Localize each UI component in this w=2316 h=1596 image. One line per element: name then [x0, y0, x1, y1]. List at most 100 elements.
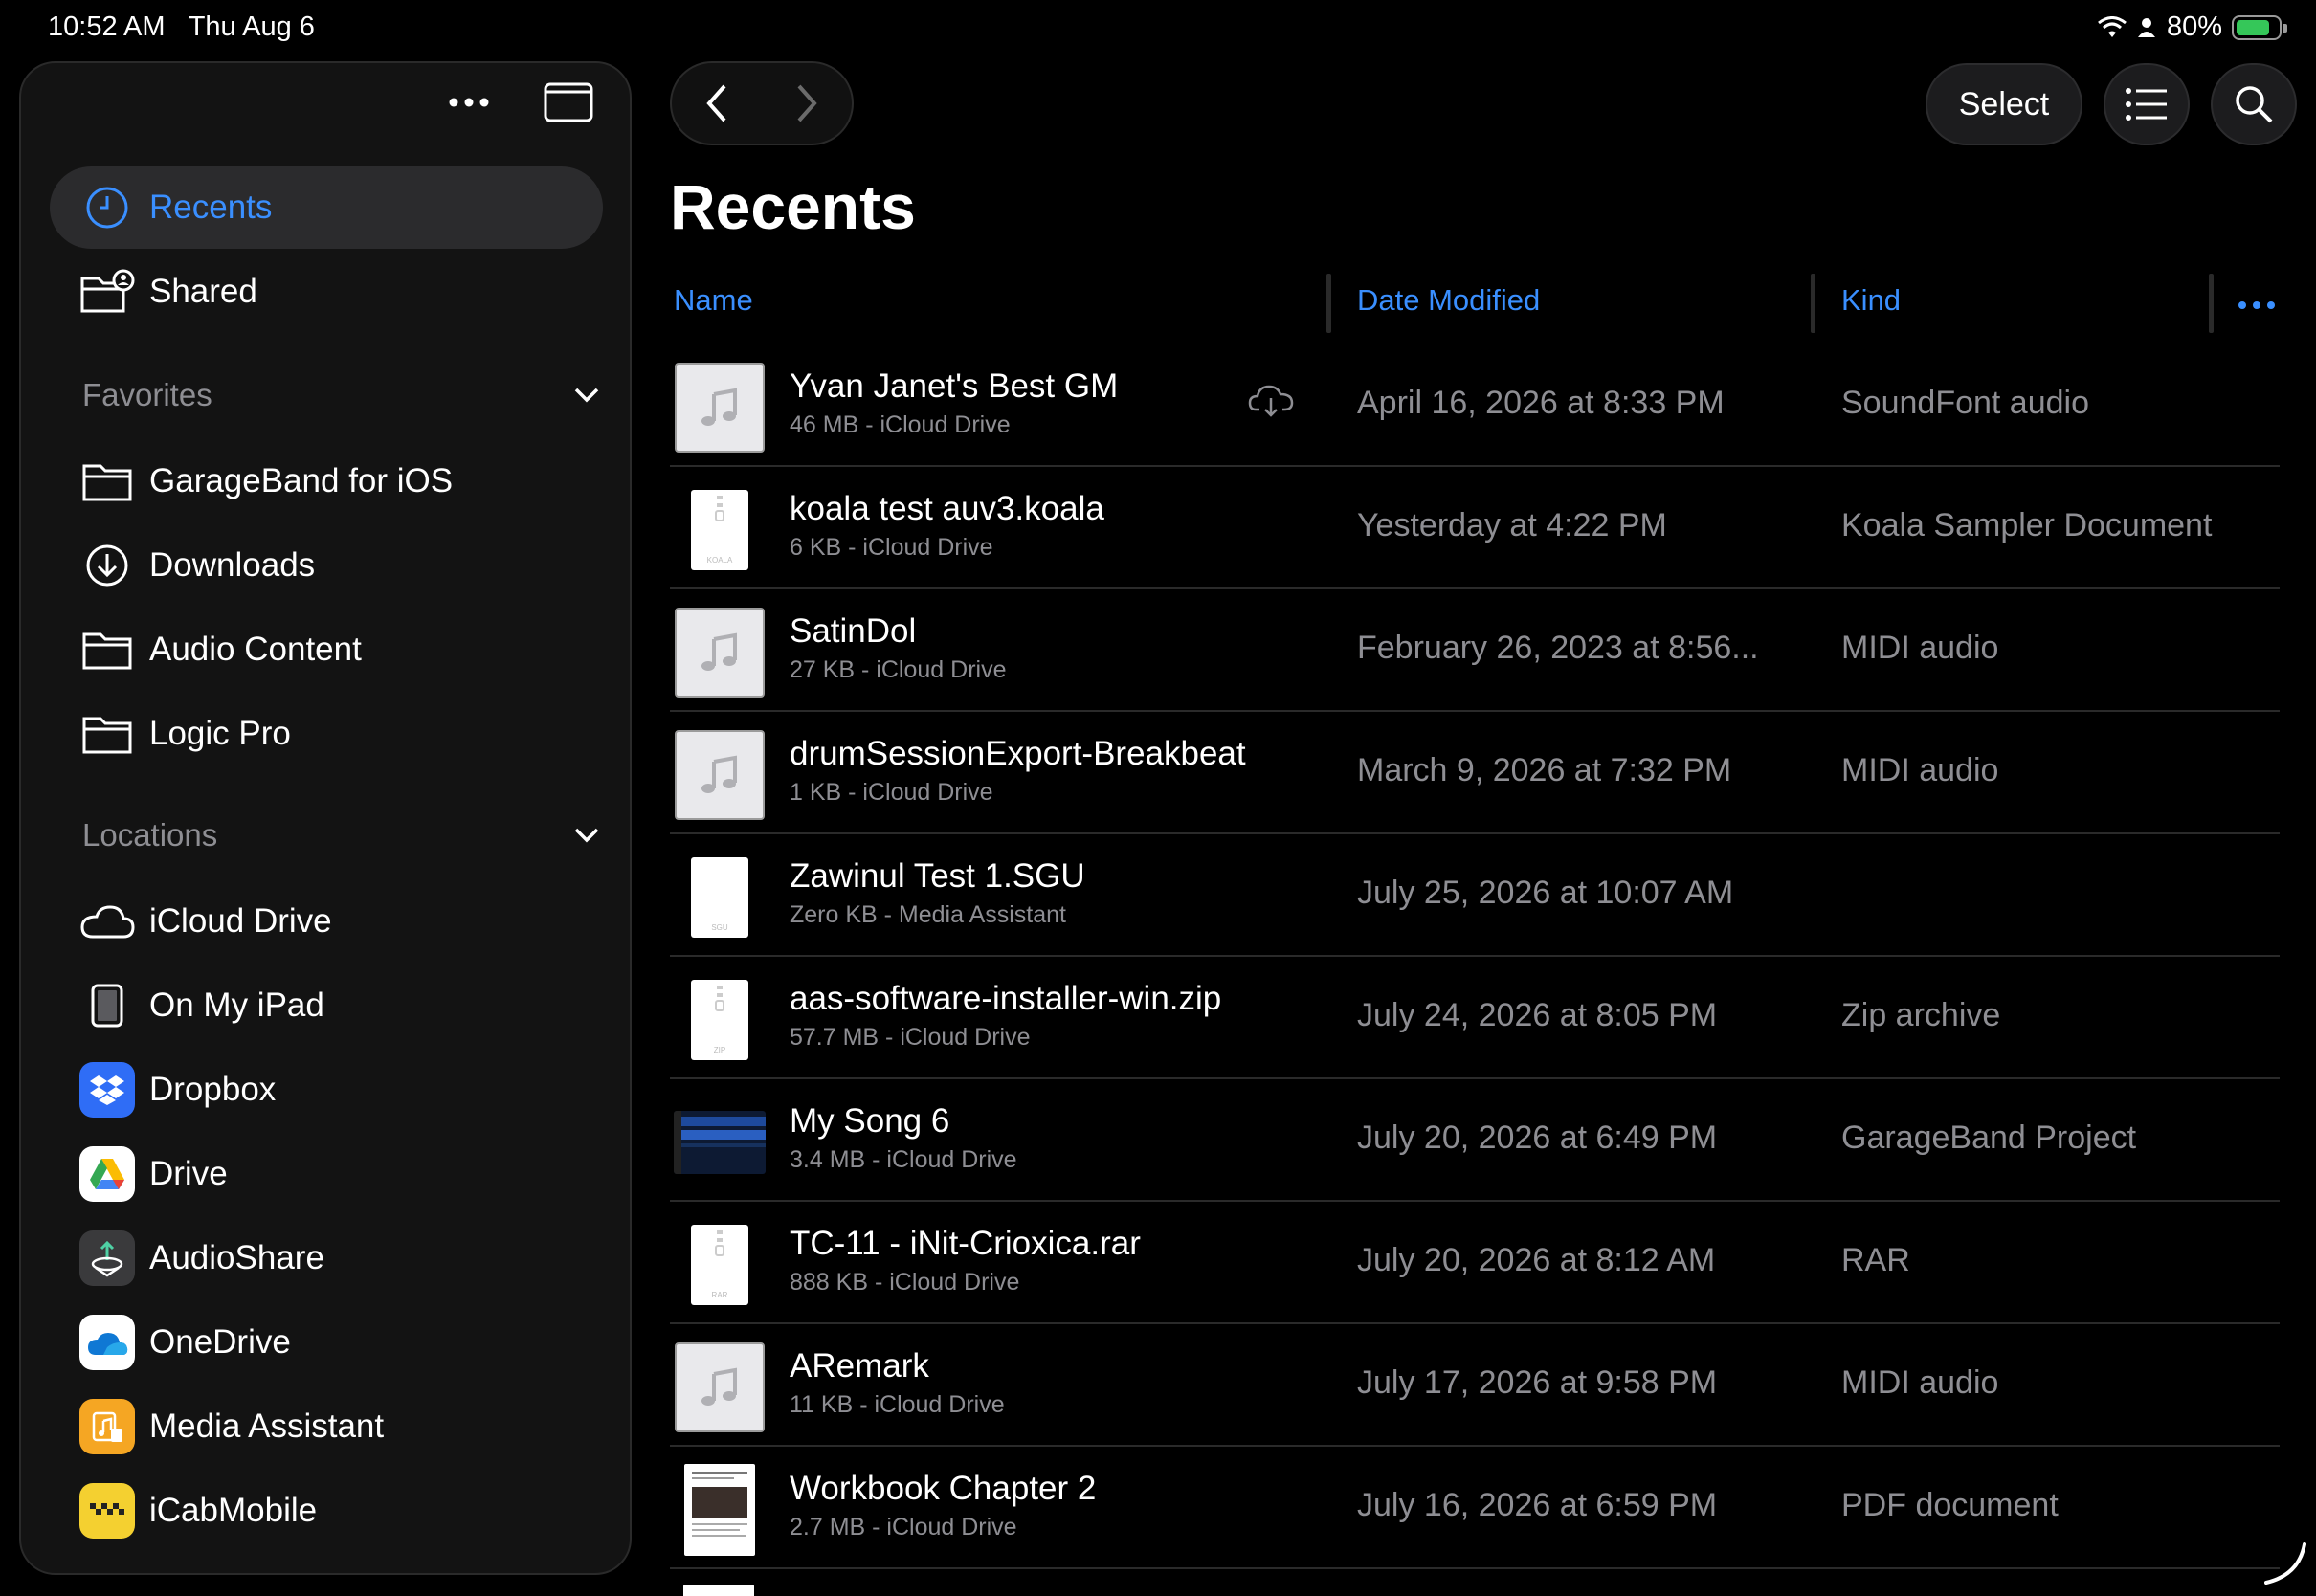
sidebar-item-label: Logic Pro — [149, 715, 291, 752]
sidebar-toggle-icon[interactable] — [544, 82, 593, 122]
sidebar-item-label: Downloads — [149, 546, 316, 584]
icabmobile-icon — [79, 1483, 135, 1539]
file-meta: Zero KB - Media Assistant — [790, 901, 1067, 928]
favorites-header[interactable]: Favorites — [82, 377, 599, 413]
locations-header[interactable]: Locations — [82, 817, 599, 853]
file-extension: ZIP — [713, 1046, 726, 1054]
page-title: Recents — [670, 171, 916, 242]
sidebar-item-icloud-drive[interactable]: iCloud Drive — [50, 880, 603, 963]
onedrive-icon — [79, 1315, 135, 1370]
file-thumbnail — [674, 1341, 766, 1433]
file-meta: 3.4 MB - iCloud Drive — [790, 1146, 1017, 1173]
file-meta: 27 KB - iCloud Drive — [790, 656, 1007, 683]
file-name: Workbook Chapter 2 — [790, 1470, 1097, 1507]
sidebar-item-dropbox[interactable]: Dropbox — [50, 1049, 603, 1131]
file-row[interactable]: KOALA koala test auv3.koala 6 KB - iClou… — [670, 467, 2280, 589]
file-kind: MIDI audio — [1841, 1364, 1999, 1401]
file-row[interactable]: ARemark 11 KB - iCloud Drive July 17, 20… — [670, 1324, 2280, 1447]
file-date: Yesterday at 4:22 PM — [1357, 507, 1667, 543]
music-note-icon — [675, 1342, 765, 1432]
file-meta: 1 KB - iCloud Drive — [790, 779, 993, 806]
onedrive-icon-wrap — [78, 1314, 136, 1371]
file-row[interactable]: ZIP aas-software-installer-win.zip 57.7 … — [670, 957, 2280, 1079]
battery-percent: 80% — [2166, 11, 2222, 42]
view-options-button[interactable] — [2104, 63, 2190, 145]
sidebar-item-icabmobile[interactable]: iCabMobile — [50, 1470, 603, 1552]
file-row[interactable]: RAR TC-11 - iNit-Crioxica.rar 888 KB - i… — [670, 1202, 2280, 1324]
audioshare-icon — [79, 1230, 135, 1286]
sidebar-item-on-my-ipad[interactable]: On My iPad — [50, 964, 603, 1047]
select-button[interactable]: Select — [1926, 63, 2082, 145]
column-header-kind[interactable]: Kind — [1841, 283, 1901, 318]
sidebar-item-label: On My iPad — [149, 986, 324, 1024]
file-date: April 16, 2026 at 8:33 PM — [1357, 385, 1725, 421]
file-row[interactable]: drumSessionExport-Breakbeat 1 KB - iClou… — [670, 712, 2280, 834]
google-drive-icon — [79, 1146, 135, 1202]
file-name: ARemark — [790, 1347, 929, 1385]
sidebar-item-label: GarageBand for iOS — [149, 462, 454, 499]
file-meta: 11 KB - iCloud Drive — [790, 1391, 1005, 1418]
wifi-icon — [2098, 15, 2127, 37]
status-date: Thu Aug 6 — [188, 11, 315, 42]
column-header-name[interactable]: Name — [674, 283, 753, 318]
dropbox-icon-wrap — [78, 1061, 136, 1119]
file-thumbnail: ZIP — [674, 974, 766, 1066]
column-separator[interactable] — [1326, 274, 1331, 333]
search-icon — [2236, 86, 2273, 123]
file-date: March 9, 2026 at 7:32 PM — [1357, 752, 1732, 788]
more-icon[interactable] — [448, 97, 490, 108]
music-note-icon — [675, 363, 765, 453]
file-kind: Koala Sampler Document — [1841, 507, 2213, 543]
status-clock: 10:52 AM — [48, 11, 166, 42]
sidebar-item-audioshare[interactable]: AudioShare — [50, 1217, 603, 1299]
sidebar-item-label: iCabMobile — [149, 1492, 318, 1529]
file-meta: 6 KB - iCloud Drive — [790, 534, 993, 561]
sidebar-item-drive[interactable]: Drive — [50, 1133, 603, 1215]
cloud-download-icon[interactable] — [1248, 383, 1294, 419]
file-row[interactable]: SGU Zawinul Test 1.SGU Zero KB - Media A… — [670, 834, 2280, 957]
file-row[interactable]: Yvan Janet's Best GM 46 MB - iCloud Driv… — [670, 344, 2280, 467]
ipad-icon — [78, 977, 136, 1034]
zip-file-icon: ZIP — [691, 980, 748, 1060]
sidebar-item-audio-content[interactable]: Audio Content — [50, 609, 603, 691]
favorites-title: Favorites — [82, 377, 212, 412]
sidebar-item-garageband[interactable]: GarageBand for iOS — [50, 440, 603, 522]
sidebar-item-recents[interactable]: Recents — [50, 166, 603, 249]
sidebar-item-downloads[interactable]: Downloads — [50, 524, 603, 607]
nav-back-forward — [670, 61, 854, 145]
list-view-icon — [2126, 88, 2167, 121]
pdf-thumbnail — [684, 1464, 755, 1556]
column-separator[interactable] — [1811, 274, 1815, 333]
column-separator[interactable] — [2209, 274, 2214, 333]
file-date: July 17, 2026 at 9:58 PM — [1357, 1364, 1718, 1401]
file-name: aas-software-installer-win.zip — [790, 980, 1222, 1017]
file-thumbnail: SGU — [674, 852, 766, 943]
column-options-icon[interactable] — [2238, 300, 2276, 310]
chevron-down-icon[interactable] — [574, 828, 599, 843]
column-header-date[interactable]: Date Modified — [1357, 283, 1540, 318]
file-thumbnail: KOALA — [674, 484, 766, 576]
media-assistant-icon-wrap — [78, 1398, 136, 1455]
file-row[interactable]: My Song 6 3.4 MB - iCloud Drive July 20,… — [670, 1079, 2280, 1202]
file-name: SatinDol — [790, 612, 917, 650]
sidebar-item-onedrive[interactable]: OneDrive — [50, 1301, 603, 1384]
file-thumbnail — [674, 607, 766, 698]
file-thumbnail — [674, 1464, 766, 1556]
sidebar-item-label: OneDrive — [149, 1323, 291, 1361]
forward-chevron-icon[interactable] — [793, 82, 820, 124]
chevron-down-icon[interactable] — [574, 388, 599, 403]
file-row[interactable]: SatinDol 27 KB - iCloud Drive February 2… — [670, 589, 2280, 712]
corner-gesture-icon[interactable] — [2260, 1541, 2308, 1586]
back-chevron-icon[interactable] — [703, 82, 730, 124]
zip-file-icon: KOALA — [691, 490, 748, 570]
file-kind: RAR — [1841, 1242, 1910, 1278]
file-kind: MIDI audio — [1841, 752, 1999, 788]
sidebar-item-logic-pro[interactable]: Logic Pro — [50, 693, 603, 775]
file-meta: 46 MB - iCloud Drive — [790, 411, 1011, 438]
sidebar-item-shared[interactable]: Shared — [50, 251, 603, 333]
file-meta: 57.7 MB - iCloud Drive — [790, 1024, 1031, 1051]
sidebar-item-media-assistant[interactable]: Media Assistant — [50, 1385, 603, 1468]
search-button[interactable] — [2211, 63, 2297, 145]
file-row[interactable]: Workbook Chapter 2 2.7 MB - iCloud Drive… — [670, 1447, 2280, 1569]
icabmobile-icon-wrap — [78, 1482, 136, 1540]
